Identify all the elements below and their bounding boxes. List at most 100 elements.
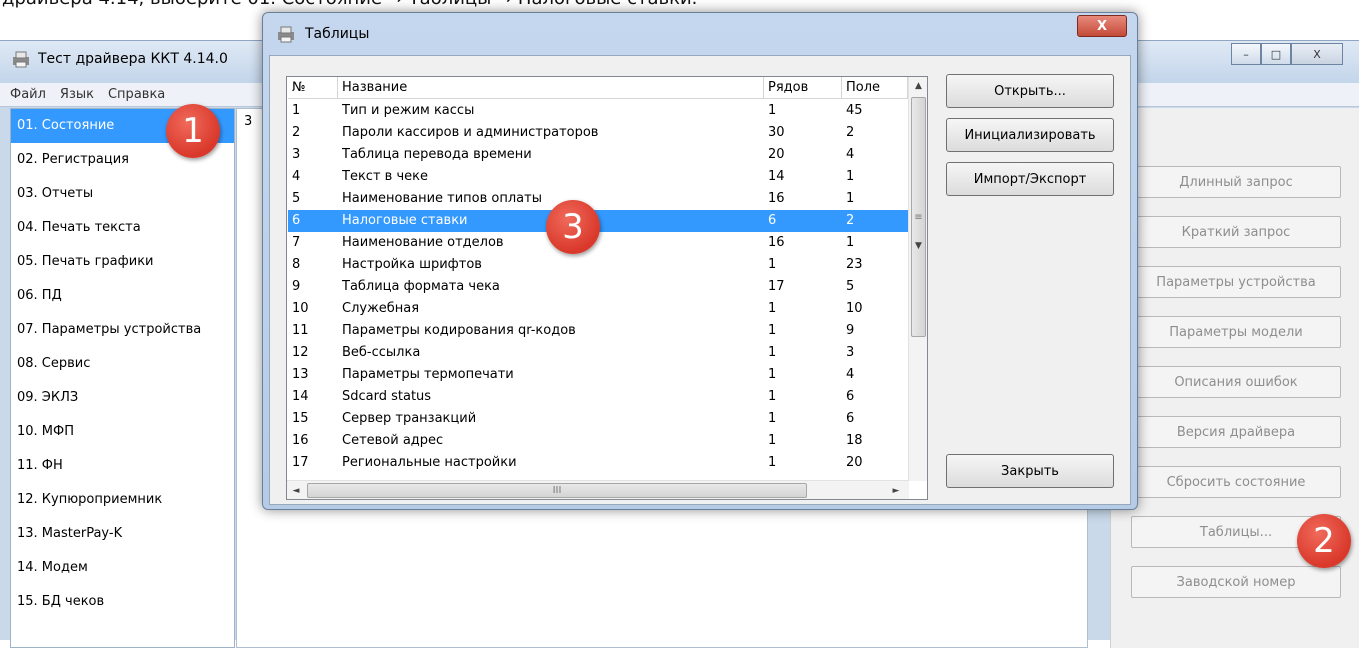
table-row[interactable]: 5 Наименование типов оплаты 16 1 [288,188,908,210]
cell-number: 6 [292,213,301,228]
nav-item-service[interactable]: 08. Сервис [11,347,234,381]
cell-number: 10 [292,301,309,316]
main-title-text: Тест драйвера ККТ 4.14.0 [38,51,228,67]
table-row[interactable]: 10 Служебная 1 10 [288,298,908,320]
nav-item-device-params[interactable]: 07. Параметры устройства [11,313,234,347]
callout-3: 3 [546,200,600,254]
cell-rows: 30 [768,125,785,140]
vertical-scrollbar[interactable]: ▲ ≡ ▼ [908,77,927,481]
cell-name: Сетевой адрес [342,433,444,448]
cell-number: 12 [292,345,309,360]
tables-list-rows: 1 Тип и режим кассы 1 45 2 Пароли кассиров и … [288,100,908,480]
cell-number: 16 [292,433,309,448]
short-request-button[interactable]: Краткий запрос [1131,216,1341,248]
minimize-button[interactable]: – [1231,43,1261,65]
cell-fields: 3 [846,345,855,360]
serial-number-button[interactable]: Заводской номер [1131,566,1341,598]
menu-help[interactable]: Справка [108,87,165,102]
nav-item-bill-acceptor[interactable]: 12. Купюроприемник [11,483,234,517]
cell-name: Настройка шрифтов [342,257,482,272]
cell-fields: 20 [846,455,863,470]
scroll-right-icon[interactable]: ► [887,481,905,500]
col-fields[interactable]: Поле [842,77,908,99]
nav-item-receipts-db[interactable]: 15. БД чеков [11,585,234,619]
cell-fields: 6 [846,411,855,426]
table-row[interactable]: 11 Параметры кодирования qr-кодов 1 9 [288,320,908,342]
menu-language[interactable]: Язык [60,87,94,102]
cell-rows: 1 [768,455,777,470]
menu-file[interactable]: Файл [10,87,46,102]
nav-item-fn[interactable]: 11. ФН [11,449,234,483]
cell-number: 3 [292,147,301,162]
table-row[interactable]: 12 Веб-ссылка 1 3 [288,342,908,364]
tables-list[interactable]: № Название Рядов Поле 1 Тип и режим кассы… [286,76,928,500]
nav-item-print-text[interactable]: 04. Печать текста [11,211,234,245]
cell-number: 2 [292,125,301,140]
model-params-button[interactable]: Параметры модели [1131,316,1341,348]
cell-fields: 23 [846,257,863,272]
scroll-down-icon[interactable]: ▼ [909,237,928,255]
cell-fields: 45 [846,103,863,118]
hscroll-thumb[interactable]: III [307,483,807,498]
dialog-title-text: Таблицы [305,26,370,42]
cell-fields: 9 [846,323,855,338]
table-row[interactable]: 15 Сервер транзакций 1 6 [288,408,908,430]
table-row[interactable]: 17 Региональные настройки 1 20 [288,452,908,474]
cell-name: Наименование типов оплаты [342,191,542,206]
long-request-button[interactable]: Длинный запрос [1131,166,1341,198]
table-row[interactable]: 8 Настройка шрифтов 1 23 [288,254,908,276]
cell-rows: 1 [768,433,777,448]
scroll-left-icon[interactable]: ◄ [287,481,305,500]
initialize-button[interactable]: Инициализировать [946,118,1114,152]
cell-name: Пароли кассиров и администраторов [342,125,599,140]
nav-item-pd[interactable]: 06. ПД [11,279,234,313]
table-row[interactable]: 3 Таблица перевода времени 20 4 [288,144,908,166]
table-row[interactable]: 2 Пароли кассиров и администраторов 30 2 [288,122,908,144]
error-descriptions-button[interactable]: Описания ошибок [1131,366,1341,398]
table-row[interactable]: 4 Текст в чеке 14 1 [288,166,908,188]
cell-name: Сервер транзакций [342,411,477,426]
cell-fields: 4 [846,147,855,162]
cell-name: Веб-ссылка [342,345,421,360]
cell-fields: 1 [846,169,855,184]
horizontal-scrollbar[interactable]: ◄ III ► [287,480,909,499]
tables-dialog: Таблицы X № Название Рядов Поле 1 Тип и р… [262,12,1138,510]
cell-number: 13 [292,367,309,382]
col-rows[interactable]: Рядов [764,77,842,99]
table-row[interactable]: 16 Сетевой адрес 1 18 [288,430,908,452]
dialog-close-button[interactable]: X [1077,15,1127,37]
col-number[interactable]: № [288,77,338,99]
cell-name: Sdcard status [342,389,432,404]
close-dialog-button[interactable]: Закрыть [946,454,1114,488]
device-params-button[interactable]: Параметры устройства [1131,266,1341,298]
reset-state-button[interactable]: Сбросить состояние [1131,466,1341,498]
nav-item-masterpay[interactable]: 13. MasterPay-K [11,517,234,551]
maximize-button[interactable]: □ [1261,43,1291,65]
cell-rows: 20 [768,147,785,162]
driver-version-button[interactable]: Версия драйвера [1131,416,1341,448]
open-button[interactable]: Открыть... [946,74,1114,108]
nav-item-print-graphics[interactable]: 05. Печать графики [11,245,234,279]
nav-item-reports[interactable]: 03. Отчеты [11,177,234,211]
table-row[interactable]: 13 Параметры термопечати 1 4 [288,364,908,386]
cell-rows: 1 [768,367,777,382]
cell-rows: 1 [768,345,777,360]
table-row[interactable]: 9 Таблица формата чека 17 5 [288,276,908,298]
cell-fields: 10 [846,301,863,316]
cell-rows: 1 [768,103,777,118]
scroll-thumb[interactable]: ≡ [911,97,926,337]
table-row[interactable]: 1 Тип и режим кассы 1 45 [288,100,908,122]
close-button[interactable]: X [1291,43,1343,65]
nav-item-modem[interactable]: 14. Модем [11,551,234,585]
center-tab-label: 3 [244,114,253,129]
col-name[interactable]: Название [338,77,764,99]
nav-item-mfp[interactable]: 10. МФП [11,415,234,449]
cell-rows: 1 [768,323,777,338]
scroll-up-icon[interactable]: ▲ [909,77,928,95]
nav-item-eklz[interactable]: 09. ЭКЛЗ [11,381,234,415]
cell-fields: 1 [846,235,855,250]
table-row[interactable]: 14 Sdcard status 1 6 [288,386,908,408]
import-export-button[interactable]: Импорт/Экспорт [946,162,1114,196]
callout-2: 2 [1297,514,1351,568]
cell-name: Служебная [342,301,420,316]
